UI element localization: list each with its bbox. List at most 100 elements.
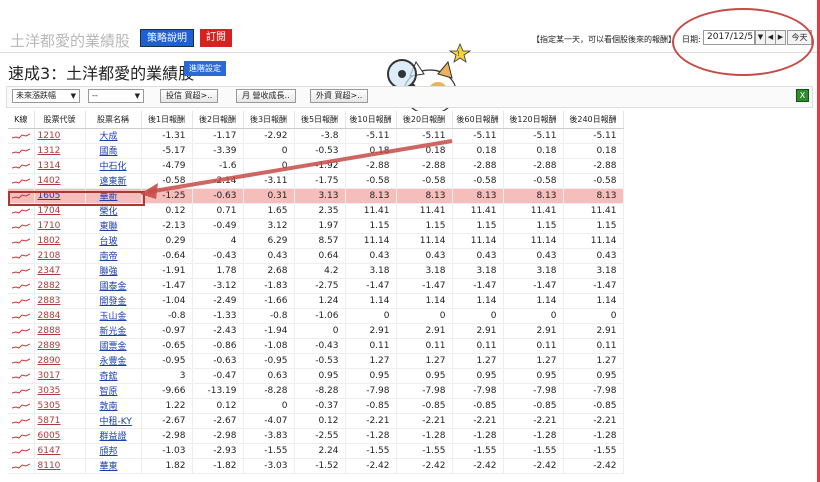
stock-code-link[interactable]: 2890 — [38, 356, 61, 366]
stock-name-link[interactable]: 國票金 — [100, 342, 127, 352]
stock-name-link[interactable]: 頎邦 — [100, 447, 118, 457]
stock-name-link[interactable]: 開發金 — [100, 297, 127, 307]
table-row[interactable]: 3017 奇鋐 3 -0.47 0.63 0.95 0.95 0.95 0.95 0.95 0.95 — [8, 368, 624, 384]
stock-name-link[interactable]: 東聯 — [100, 222, 118, 232]
column-header[interactable]: 後240日報酬 — [563, 111, 624, 129]
stock-name-link[interactable]: 智原 — [100, 387, 118, 397]
table-row[interactable]: 5305 敦南 1.22 0.12 0 -0.37 -0.85 -0.85 -0.85 -0.85… — [8, 398, 624, 414]
stock-code-link[interactable]: 3035 — [38, 386, 61, 396]
stock-code-link[interactable]: 1210 — [38, 131, 61, 141]
kline-cell[interactable] — [8, 158, 35, 174]
stock-code-link[interactable]: 6147 — [38, 446, 61, 456]
stock-code-link[interactable]: 3017 — [38, 371, 61, 381]
stock-name-link[interactable]: 中石化 — [100, 162, 127, 172]
stock-code-link[interactable]: 2889 — [38, 341, 61, 351]
kline-cell[interactable] — [8, 128, 35, 144]
table-row[interactable]: 2888 新光金 -0.97 -2.43 -1.94 0 2.91 2.91 2.91 2.91 2… — [8, 323, 624, 339]
stock-name-link[interactable]: 群益證 — [100, 432, 127, 442]
table-row[interactable]: 2347 聯強 -1.91 1.78 2.68 4.2 3.18 3.18 3.18 3.18 3.… — [8, 263, 624, 279]
table-row[interactable]: 6147 頎邦 -1.03 -2.93 -1.55 2.24 -1.55 -1.55 -1.55… — [8, 443, 624, 459]
sort-select[interactable]: 未來漲跌幅 ▼ — [12, 89, 80, 103]
stock-code-link[interactable]: 1704 — [38, 206, 61, 216]
table-row[interactable]: 6005 群益證 -2.98 -2.98 -3.83 -2.55 -1.28 -1.28 -1.… — [8, 428, 624, 444]
stock-code-link[interactable]: 6005 — [38, 431, 61, 441]
kline-cell[interactable] — [8, 233, 35, 249]
filter-button-trust-buy[interactable]: 投信 買超>.. — [160, 89, 219, 103]
kline-cell[interactable] — [8, 293, 35, 309]
kline-cell[interactable] — [8, 173, 35, 189]
column-header[interactable]: 後120日報酬 — [503, 111, 564, 129]
stock-name-link[interactable]: 敦南 — [100, 402, 118, 412]
kline-cell[interactable] — [8, 263, 35, 279]
stock-name-link[interactable]: 華東 — [100, 462, 118, 472]
table-row[interactable]: 1802 台玻 0.29 4 6.29 8.57 11.14 11.14 11.14 11.14 1… — [8, 233, 624, 249]
stock-name-link[interactable]: 國泰金 — [100, 282, 127, 292]
kline-cell[interactable] — [8, 278, 35, 294]
column-header[interactable]: 後10日報酬 — [345, 111, 397, 129]
column-header[interactable]: 後3日報酬 — [243, 111, 295, 129]
table-row[interactable]: 2108 南帝 -0.64 -0.43 0.43 0.64 0.43 0.43 0.43 0.43… — [8, 248, 624, 264]
column-header[interactable]: 股票代號 — [34, 111, 86, 129]
kline-cell[interactable] — [8, 248, 35, 264]
column-header[interactable]: 後1日報酬 — [141, 111, 193, 129]
table-row[interactable]: 2890 永豐金 -0.95 -0.63 -0.95 -0.53 1.27 1.27 1.27 1… — [8, 353, 624, 369]
kline-cell[interactable] — [8, 428, 35, 444]
kline-cell[interactable] — [8, 218, 35, 234]
stock-code-link[interactable]: 2347 — [38, 266, 61, 276]
filter-button-foreign-buy[interactable]: 外資 買超>.. — [310, 89, 369, 103]
stock-name-link[interactable]: 奇鋐 — [100, 372, 118, 382]
advanced-settings-button[interactable]: 進階設定 — [184, 61, 226, 76]
table-row[interactable]: 1314 中石化 -4.79 -1.6 0 -1.92 -2.88 -2.88 -2.88 -2.… — [8, 158, 624, 174]
stock-name-link[interactable]: 永豐金 — [100, 357, 127, 367]
stock-code-link[interactable]: 8110 — [38, 461, 61, 471]
table-row[interactable]: 2882 國泰金 -1.47 -3.12 -1.83 -2.75 -1.47 -1.47 -1.… — [8, 278, 624, 294]
table-row[interactable]: 1312 國喬 -5.17 -3.39 0 -0.53 0.18 0.18 0.18 0.18 0.… — [8, 143, 624, 159]
table-row[interactable]: 5871 中租-KY -2.67 -2.67 -4.07 0.12 -2.21 -2.21 -2… — [8, 413, 624, 429]
column-header[interactable]: K線 — [8, 111, 35, 129]
table-row[interactable]: 2883 開發金 -1.04 -2.49 -1.66 1.24 1.14 1.14 1.14 1.… — [8, 293, 624, 309]
stock-name-link[interactable]: 新光金 — [100, 327, 127, 337]
stock-code-link[interactable]: 2888 — [38, 326, 61, 336]
kline-cell[interactable] — [8, 458, 35, 474]
stock-code-link[interactable]: 2882 — [38, 281, 61, 291]
table-row[interactable]: 1210 大成 -1.31 -1.17 -2.92 -3.8 -5.11 -5.11 -5.11… — [8, 128, 624, 144]
stock-code-link[interactable]: 5305 — [38, 401, 61, 411]
stock-name-link[interactable]: 遠東新 — [100, 177, 127, 187]
stock-code-link[interactable]: 1314 — [38, 161, 61, 171]
table-row[interactable]: 2884 玉山金 -0.8 -1.33 -0.8 -1.06 0 0 0 0 0 — [8, 308, 624, 324]
excel-export-icon[interactable]: X — [796, 89, 809, 102]
subscribe-button[interactable]: 訂閱 — [200, 29, 232, 47]
strategy-info-button[interactable]: 策略說明 — [140, 29, 194, 47]
column-header[interactable]: 股票名稱 — [85, 111, 142, 129]
kline-cell[interactable] — [8, 368, 35, 384]
stock-name-link[interactable]: 南帝 — [100, 252, 118, 262]
stock-name-link[interactable]: 榮化 — [100, 207, 118, 217]
stock-name-link[interactable]: 聯強 — [100, 267, 118, 277]
stock-code-link[interactable]: 1402 — [38, 176, 61, 186]
stock-name-link[interactable]: 大成 — [100, 132, 118, 142]
kline-cell[interactable] — [8, 383, 35, 399]
table-row[interactable]: 1402 遠東新 -0.58 -2.14 -3.11 -1.75 -0.58 -0.58 -0.… — [8, 173, 624, 189]
stock-code-link[interactable]: 1802 — [38, 236, 61, 246]
secondary-select[interactable]: -- ▼ — [88, 89, 144, 103]
stock-name-link[interactable]: 玉山金 — [100, 312, 127, 322]
table-row[interactable]: 3035 智原 -9.66 -13.19 -8.28 -8.28 -7.98 -7.98 -7.… — [8, 383, 624, 399]
kline-cell[interactable] — [8, 323, 35, 339]
kline-cell[interactable] — [8, 338, 35, 354]
kline-cell[interactable] — [8, 308, 35, 324]
filter-button-revenue-growth[interactable]: 月 營收成長.. — [236, 89, 296, 103]
column-header[interactable]: 後60日報酬 — [452, 111, 504, 129]
stock-code-link[interactable]: 1710 — [38, 221, 61, 231]
stock-name-link[interactable]: 國喬 — [100, 147, 118, 157]
table-row[interactable]: 1710 東聯 -2.13 -0.49 3.12 1.97 1.15 1.15 1.15 1.15… — [8, 218, 624, 234]
kline-cell[interactable] — [8, 398, 35, 414]
kline-cell[interactable] — [8, 443, 35, 459]
stock-code-link[interactable]: 2884 — [38, 311, 61, 321]
column-header[interactable]: 後20日報酬 — [396, 111, 453, 129]
stock-code-link[interactable]: 2883 — [38, 296, 61, 306]
column-header[interactable]: 後5日報酬 — [294, 111, 346, 129]
column-header[interactable]: 後2日報酬 — [192, 111, 244, 129]
stock-code-link[interactable]: 2108 — [38, 251, 61, 261]
table-row[interactable]: 2889 國票金 -0.65 -0.86 -1.08 -0.43 0.11 0.11 0.11 0… — [8, 338, 624, 354]
kline-cell[interactable] — [8, 353, 35, 369]
